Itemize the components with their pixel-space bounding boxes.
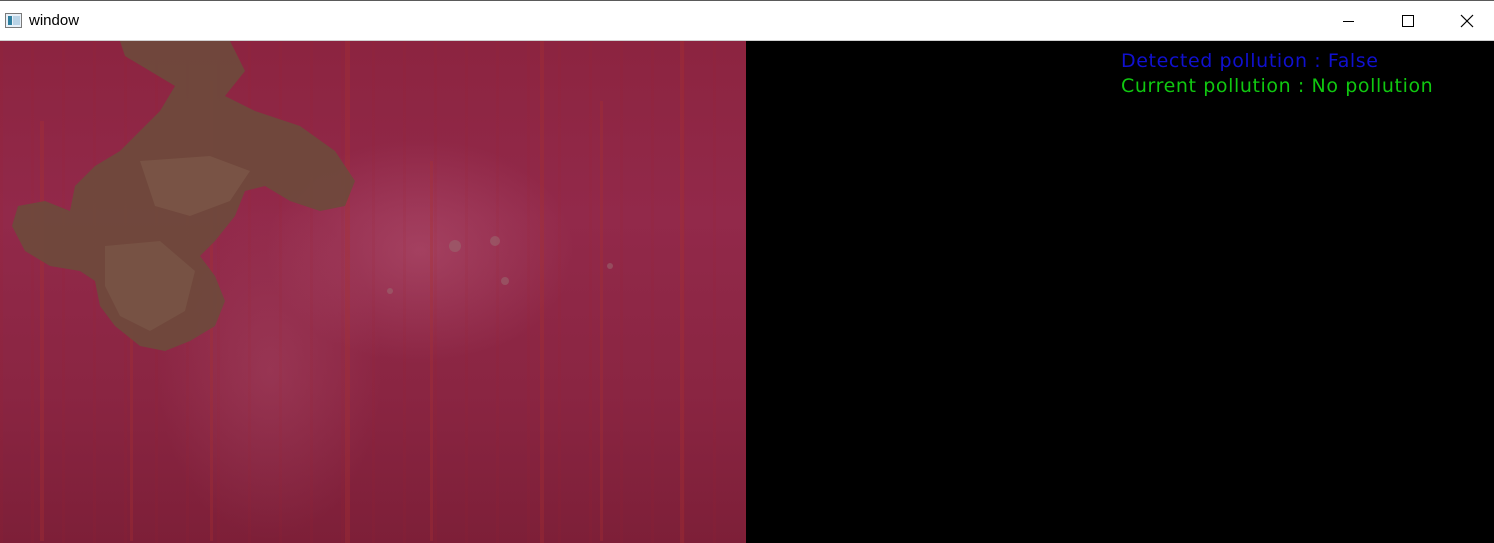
maximize-icon [1402, 15, 1414, 27]
image-canvas: Detected pollution : False Current pollu… [0, 41, 1494, 543]
minimize-button[interactable] [1320, 1, 1378, 41]
detected-pollution-label: Detected pollution : False [1121, 50, 1379, 72]
window-title: window [29, 12, 80, 29]
close-button[interactable] [1438, 1, 1494, 41]
close-icon [1460, 14, 1474, 28]
camera-frame [0, 41, 746, 543]
minimize-icon [1343, 21, 1354, 22]
current-pollution-label: Current pollution : No pollution [1121, 75, 1434, 97]
window-app-icon [5, 13, 22, 28]
stain-graphic [12, 41, 684, 543]
maximize-button[interactable] [1379, 1, 1437, 41]
title-bar[interactable]: window [0, 0, 1494, 41]
